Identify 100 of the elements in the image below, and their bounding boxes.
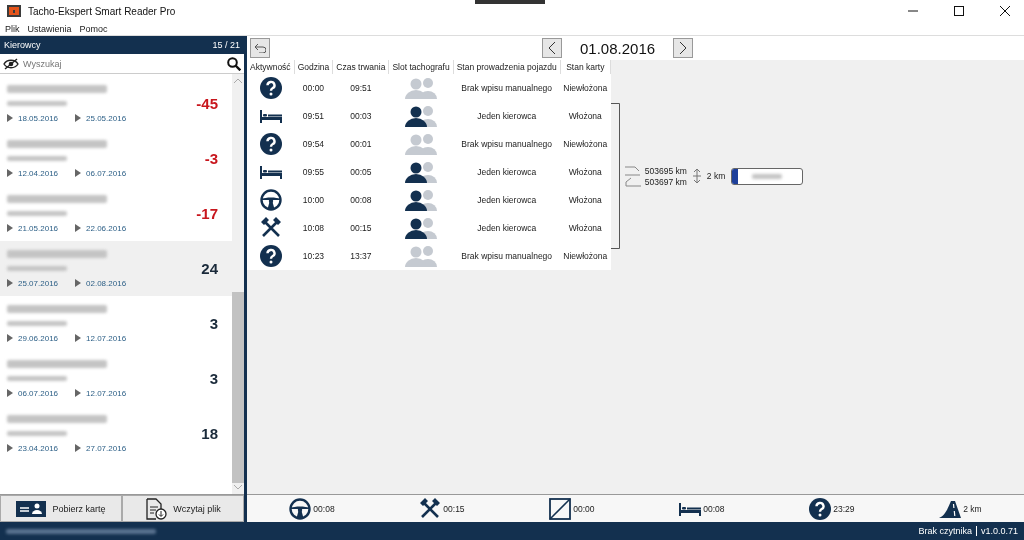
load-file-button[interactable]: Wczytaj plik [122,495,244,522]
date-text: 06.07.2016 [86,168,127,178]
id-card-icon [16,500,47,517]
table-cell: Włożona [560,214,611,242]
table-cell: 10:23 [294,242,333,270]
driver-item[interactable]: 29.06.2016 12.07.2016 3 [0,296,232,351]
driver-item[interactable]: 06.07.2016 12.07.2016 3 [0,351,232,406]
blurred-text [752,173,783,179]
menu-item[interactable]: Pomoc [79,23,108,34]
steering-wheel-icon [289,497,312,520]
table-cell: Brak wpisu manualnego [453,130,561,158]
table-cell: 13:37 [332,242,389,270]
window-title: Tacho-Ekspert Smart Reader Pro [28,5,176,17]
column-header: Slot tachografu [388,60,454,74]
menu-item[interactable]: Ustawienia [27,23,72,34]
table-cell: 00:03 [332,102,389,130]
balance-value: -3 [204,150,218,167]
maximize-icon[interactable] [954,6,964,16]
back-button[interactable] [250,38,270,58]
play-icon [75,279,82,287]
date-text: 23.04.2016 [18,443,59,453]
table-cell: 00:05 [332,158,389,186]
balance-value: 18 [201,425,218,442]
date-text: 27.07.2016 [86,443,127,453]
table-cell: 00:08 [332,186,389,214]
play-icon [7,169,13,177]
date-text: 12.07.2016 [86,333,127,343]
blurred-text [7,430,67,436]
play-icon [75,334,82,342]
crossed-hammers-icon [419,497,442,520]
odometer-end: 503697 km [644,176,687,187]
date-text: 25.07.2016 [18,278,59,288]
arrow-in-icon [624,165,641,176]
date-text: 02.08.2016 [86,278,127,288]
driver-item[interactable]: 18.05.2016 25.05.2016 -45 [0,76,232,131]
summary-value: 00:08 [313,503,335,514]
table-cell: Włożona [560,102,611,130]
scrollbar[interactable] [232,74,244,494]
play-icon [75,224,82,232]
crossed-hammers-icon [259,217,282,239]
chevron-right-icon [680,42,687,54]
summary-value: 00:08 [703,503,725,514]
reader-status: Brak czytnika [918,526,972,536]
table-cell: Włożona [560,158,611,186]
app-logo-icon [7,5,21,17]
table-cell: Jeden kierowca [453,214,561,242]
date-text: 21.05.2016 [18,223,59,233]
table-cell: 00:00 [294,74,333,102]
menu-item[interactable]: Plik [5,23,20,34]
file-download-icon [145,497,168,520]
blurred-text [7,100,67,106]
column-header: Czas trwania [332,60,389,74]
distance-value: 2 km [706,171,726,181]
search-field[interactable]: Wyszukaj [23,58,223,69]
play-icon [7,224,13,232]
driver-item[interactable]: 21.05.2016 22.06.2016 -17 [0,186,232,241]
table-cell: 10:08 [294,214,333,242]
search-icon[interactable] [227,56,241,71]
table-cell: Niewłożona [560,130,611,158]
table-cell: 09:51 [332,74,389,102]
balance-value: 3 [209,315,218,332]
date-text: 12.04.2016 [18,168,59,178]
table-cell: Brak wpisu manualnego [453,242,561,270]
table-cell: Jeden kierowca [453,102,561,130]
table-cell: Jeden kierowca [453,186,561,214]
driver-count: 15 / 21 [212,40,240,50]
date-text: 18.05.2016 [18,113,59,123]
column-header: Godzina [294,60,333,74]
play-icon [7,114,13,122]
scrollbar-thumb[interactable] [232,292,244,483]
driver-item[interactable]: 12.04.2016 06.07.2016 -3 [0,131,232,186]
table-cell: 09:51 [294,102,333,130]
driver-item[interactable]: 25.07.2016 02.08.2016 24 [0,241,232,296]
summary-value: 00:00 [573,503,595,514]
close-icon[interactable] [1000,6,1010,16]
summary-value: 2 km [963,503,982,514]
version-label: v1.0.0.71 [975,526,1018,536]
download-card-button[interactable]: Pobierz kartę [0,495,122,522]
play-icon [75,389,82,397]
table-cell: Niewłożona [560,74,611,102]
date-text: 12.07.2016 [86,388,127,398]
play-icon [75,444,82,452]
hidden-eye-icon [3,57,19,70]
play-icon [75,114,82,122]
blurred-text [7,320,67,326]
date-text: 22.06.2016 [86,223,127,233]
balance-value: 24 [201,260,218,277]
balance-value: -17 [196,205,218,222]
arrow-out-icon [624,176,641,187]
balance-value: -45 [196,95,218,112]
driver-item[interactable]: 23.04.2016 27.07.2016 18 [0,406,232,461]
table-cell: 00:01 [332,130,389,158]
blurred-text [7,155,67,161]
table-cell: 09:55 [294,158,333,186]
table-cell: 09:54 [294,130,333,158]
question-icon [259,133,282,155]
next-day-button[interactable] [673,38,694,58]
drag-handle[interactable] [475,0,545,4]
previous-day-button[interactable] [542,38,562,58]
summary-value: 23:29 [833,503,855,514]
